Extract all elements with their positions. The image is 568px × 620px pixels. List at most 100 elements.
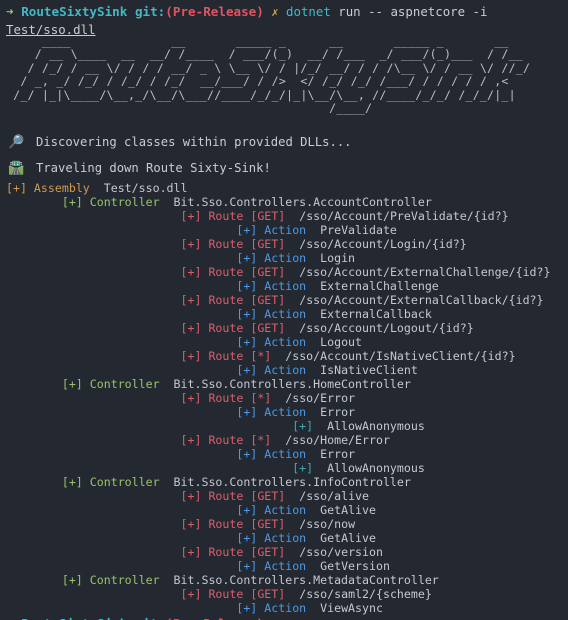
route-tree-row-controller: [+] Controller Bit.Sso.Controllers.Metad…: [0, 573, 568, 587]
http-method-badge: [GET]: [243, 321, 286, 336]
tree-node-marker: [+]: [236, 447, 258, 462]
ascii-art-banner: ____ __ _____ _ __ _____ _ __ / __ \____…: [13, 34, 531, 116]
tree-node-value: /sso/version: [285, 545, 383, 560]
route-tree-row-controller: [+] Controller Bit.Sso.Controllers.Accou…: [0, 195, 568, 209]
tree-node-value: PreValidate: [306, 223, 397, 238]
tree-node-marker: [+]: [236, 307, 258, 322]
tree-node-label: Route: [201, 489, 244, 504]
tree-node-marker: [+]: [180, 321, 202, 336]
tree-node-marker: [+]: [6, 181, 27, 196]
tree-node-label: Route: [201, 517, 244, 532]
route-tree-row-route: [+] Route [GET] /sso/alive: [0, 489, 568, 503]
tree-node-label: Route: [201, 545, 244, 560]
tree-node-marker: [+]: [236, 601, 258, 616]
http-method-badge: [GET]: [243, 237, 286, 252]
tree-node-label: Assembly: [26, 181, 90, 196]
tree-node-value: Bit.Sso.Controllers.MetadataController: [159, 573, 439, 588]
route-tree-row-action: [+] Action Login: [0, 251, 568, 265]
prompt-arrow-icon: ➜: [6, 4, 14, 19]
route-tree-row-action: [+] Action ExternalChallenge: [0, 279, 568, 293]
tree-node-marker: [+]: [236, 223, 258, 238]
tree-node-label: Action: [257, 405, 307, 420]
tree-node-value: GetAlive: [306, 503, 376, 518]
next-prompt-git-label: git:: [135, 616, 165, 620]
prompt-directory: RouteSixtySink: [21, 4, 128, 19]
tree-node-marker: [+]: [180, 517, 202, 532]
tree-node-value: /sso/saml2/{scheme}: [285, 587, 432, 602]
tree-node-marker: [+]: [180, 237, 202, 252]
status-message-list: 🔎 Discovering classes within provided DLL…: [0, 129, 568, 181]
http-method-badge: [GET]: [243, 587, 286, 602]
route-tree-row-controller: [+] Controller Bit.Sso.Controllers.InfoC…: [0, 475, 568, 489]
tree-node-marker: [+]: [236, 559, 258, 574]
tree-node-marker: [+]: [236, 279, 258, 294]
status-message-text: Traveling down Route Sixty-Sink!: [36, 161, 271, 176]
tree-node-label: Action: [257, 559, 307, 574]
tree-node-label: Controller: [82, 377, 160, 392]
http-method-badge: [GET]: [243, 545, 286, 560]
http-method-badge: [GET]: [243, 265, 286, 280]
next-prompt-directory: RouteSixtySink: [21, 616, 127, 620]
magnifying-glass-icon: 🔎: [8, 135, 25, 151]
status-message: 🔎 Discovering classes within provided DLL…: [0, 129, 568, 155]
prompt-git-branch: (Pre-Release): [165, 4, 264, 19]
http-method-badge: [GET]: [243, 489, 286, 504]
http-method-badge: [*]: [243, 433, 272, 448]
tree-node-value: IsNativeClient: [306, 363, 418, 378]
route-tree-row-action: [+] Action Logout: [0, 335, 568, 349]
tree-node-value: Bit.Sso.Controllers.AccountController: [159, 195, 432, 210]
tree-node-marker: [+]: [292, 419, 314, 434]
route-tree-row-action: [+] Action PreValidate: [0, 223, 568, 237]
tree-node-marker: [+]: [61, 195, 83, 210]
route-tree-row-attribute: [+] AllowAnonymous: [0, 419, 568, 433]
status-message: 🛣️ Traveling down Route Sixty-Sink!: [0, 155, 568, 181]
tree-node-label: Action: [257, 307, 307, 322]
tree-node-label: Action: [257, 531, 307, 546]
tree-node-label: Action: [257, 335, 307, 350]
terminal-window[interactable]: ➜ RouteSixtySink git:(Pre-Release) ✗ dot…: [0, 0, 568, 620]
tree-node-value: GetAlive: [306, 531, 376, 546]
tree-node-marker: [+]: [236, 363, 258, 378]
tree-node-label: Action: [257, 251, 307, 266]
route-tree-row-action: [+] Action Error: [0, 447, 568, 461]
route-tree-row-action: [+] Action IsNativeClient: [0, 363, 568, 377]
tree-node-marker: [+]: [292, 461, 314, 476]
tree-node-marker: [+]: [236, 531, 258, 546]
prompt-status-icon: ✗: [271, 5, 279, 19]
route-tree-row-action: [+] Action GetVersion: [0, 559, 568, 573]
tree-node-value: /sso/Home/Error: [271, 433, 390, 448]
route-tree-row-route: [+] Route [GET] /sso/Account/ExternalCal…: [0, 293, 568, 307]
next-prompt-arrow-icon: ➜: [6, 616, 14, 620]
route-tree-row-action: [+] Action GetAlive: [0, 531, 568, 545]
tree-node-label: Action: [257, 503, 307, 518]
route-tree-row-action: [+] Action GetAlive: [0, 503, 568, 517]
tree-node-value: Bit.Sso.Controllers.InfoController: [159, 475, 411, 490]
route-tree-row-action: [+] Action ViewAsync: [0, 601, 568, 615]
route-tree-row-route: [+] Route [GET] /sso/Account/PreValidate…: [0, 209, 568, 223]
http-method-badge: [*]: [243, 349, 272, 364]
tree-node-value: /sso/Error: [271, 391, 356, 406]
tree-node-marker: [+]: [180, 209, 202, 224]
tree-node-value: Error: [306, 447, 356, 462]
tree-node-marker: [+]: [61, 573, 83, 588]
tree-node-label: Action: [257, 363, 307, 378]
tree-node-marker: [+]: [180, 293, 202, 308]
